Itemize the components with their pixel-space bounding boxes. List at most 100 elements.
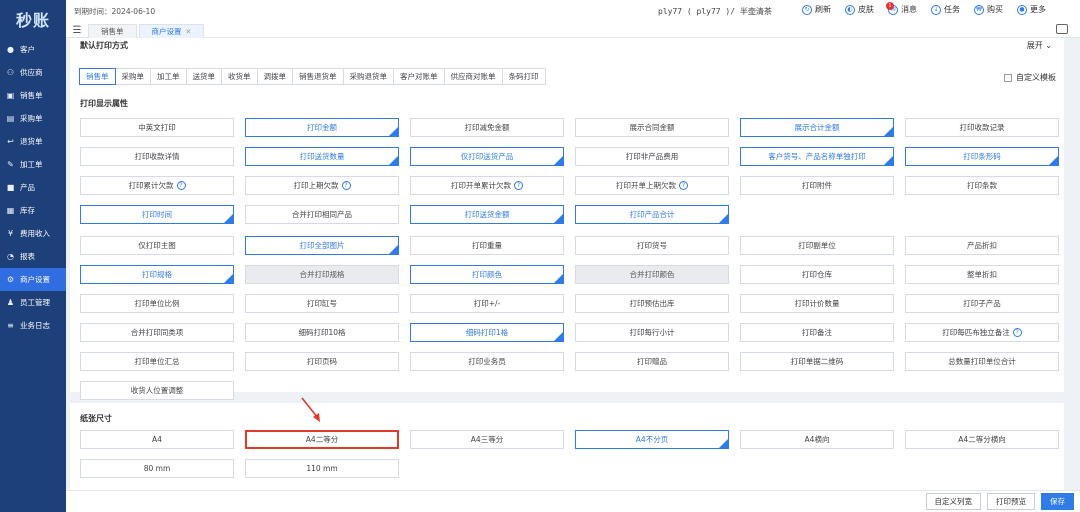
option-button[interactable]: A4三等分 xyxy=(410,430,564,449)
buy-button[interactable]: ₩ 购买 xyxy=(974,4,1003,15)
option-button[interactable]: 打印开单上期欠款? xyxy=(575,176,729,195)
copy-icon[interactable] xyxy=(1056,24,1068,34)
subtab[interactable]: 供应商对账单 xyxy=(443,68,503,85)
sidebar-item[interactable]: ■ 产品 xyxy=(0,176,66,199)
option-button[interactable]: 收货人位置调整 xyxy=(80,381,234,400)
option-button[interactable]: 展示合计金额 xyxy=(740,118,894,137)
option-button[interactable]: 整单折扣 xyxy=(905,265,1059,284)
sidebar-item[interactable]: ⚇ 供应商 xyxy=(0,61,66,84)
option-button[interactable]: 客户货号、产品名称单独打印 xyxy=(740,147,894,166)
help-icon[interactable]: ? xyxy=(514,181,523,190)
help-icon[interactable]: ? xyxy=(341,181,351,190)
option-button[interactable]: 打印累计欠款? xyxy=(80,176,234,195)
option-button[interactable]: 打印金额 xyxy=(245,118,399,137)
option-button[interactable]: 总数量打印单位合计 xyxy=(905,352,1059,371)
option-button[interactable]: 打印附件 xyxy=(740,176,894,195)
message-button[interactable]: ✉ 1 消息 xyxy=(886,1,917,15)
option-button[interactable]: 打印计价数量 xyxy=(740,294,894,313)
option-button[interactable]: 打印页码 xyxy=(245,352,399,371)
option-button[interactable]: 打印收款记录 xyxy=(905,118,1059,137)
option-button[interactable]: 打印产品合计 xyxy=(575,205,729,224)
option-button[interactable]: 打印单位比例 xyxy=(80,294,234,313)
user-info[interactable]: ply77 ( ply77 )/ 半壶清茶 xyxy=(658,6,772,17)
option-button[interactable]: 打印送货数量 xyxy=(245,147,399,166)
option-button[interactable]: 打印减免金额 xyxy=(410,118,564,137)
help-icon[interactable]: ? xyxy=(176,181,186,190)
option-button[interactable]: 合并打印相同产品 xyxy=(245,205,399,224)
skin-button[interactable]: ◐ 皮肤 xyxy=(845,4,874,15)
option-button[interactable]: 合并打印规格 xyxy=(245,265,399,284)
option-button[interactable]: A4二等分横向 xyxy=(905,430,1059,449)
option-button[interactable]: 仅打印送货产品 xyxy=(410,147,564,166)
subtab[interactable]: 客户对账单 xyxy=(393,68,445,85)
tab-sales-order[interactable]: 销售单 xyxy=(88,24,137,38)
option-button[interactable]: 中英文打印 xyxy=(80,118,234,137)
option-button[interactable]: 打印副单位 xyxy=(740,236,894,255)
tab-merchant-settings[interactable]: 商户设置 ✕ xyxy=(138,24,205,38)
option-button[interactable]: 打印备注 xyxy=(740,323,894,342)
sidebar-item[interactable]: ▦ 库存 xyxy=(0,199,66,222)
option-button[interactable]: 仅打印主图 xyxy=(80,236,234,255)
subtab[interactable]: 销售退货单 xyxy=(292,68,344,85)
option-button[interactable]: A4二等分 xyxy=(245,430,399,449)
print-preview-button[interactable]: 打印预览 xyxy=(987,493,1035,510)
option-button[interactable]: 打印业务员 xyxy=(410,352,564,371)
option-button[interactable]: 80 mm xyxy=(80,459,234,478)
option-button[interactable]: 打印条形码 xyxy=(905,147,1059,166)
option-button[interactable]: 打印送货金额 xyxy=(410,205,564,224)
more-button[interactable]: ● 更多 xyxy=(1017,4,1046,15)
option-button[interactable]: 合并打印颜色 xyxy=(575,265,729,284)
close-icon[interactable]: ✕ xyxy=(186,28,192,36)
option-button[interactable]: 细码打印1格 xyxy=(410,323,564,342)
option-button[interactable]: A4 xyxy=(80,430,234,449)
option-button[interactable]: 110 mm xyxy=(245,459,399,478)
option-button[interactable]: 打印每行小计 xyxy=(575,323,729,342)
sidebar-item[interactable]: ▤ 采购单 xyxy=(0,107,66,130)
option-button[interactable]: 打印重量 xyxy=(410,236,564,255)
option-button[interactable]: 打印上期欠款? xyxy=(245,176,399,195)
option-button[interactable]: 打印+/- xyxy=(410,294,564,313)
subtab[interactable]: 采购退货单 xyxy=(342,68,394,85)
option-button[interactable]: A4横向 xyxy=(740,430,894,449)
help-icon[interactable]: ? xyxy=(1012,328,1022,337)
option-button[interactable]: 打印时间 xyxy=(80,205,234,224)
sidebar-item[interactable]: ♟ 员工管理 xyxy=(0,291,66,314)
subtab[interactable]: 收货单 xyxy=(221,68,258,85)
option-button[interactable]: 打印条款 xyxy=(905,176,1059,195)
subtab[interactable]: 送货单 xyxy=(185,68,222,85)
sidebar-item[interactable]: ▣ 销售单 xyxy=(0,84,66,107)
option-button[interactable]: 打印颜色 xyxy=(410,265,564,284)
custom-template-checkbox[interactable]: 自定义模板 xyxy=(1004,72,1056,83)
option-button[interactable]: 细码打印10格 xyxy=(245,323,399,342)
custom-column-width-button[interactable]: 自定义列宽 xyxy=(925,493,981,510)
option-button[interactable]: 产品折扣 xyxy=(905,236,1059,255)
option-button[interactable]: 合并打印同类项 xyxy=(80,323,234,342)
option-button[interactable]: 打印规格 xyxy=(80,265,234,284)
option-button[interactable]: 打印非产品费用 xyxy=(575,147,729,166)
option-button[interactable]: 打印仓库 xyxy=(740,265,894,284)
subtab[interactable]: 调拨单 xyxy=(256,68,293,85)
option-button[interactable]: 打印缸号 xyxy=(245,294,399,313)
option-button[interactable]: 打印货号 xyxy=(575,236,729,255)
option-button[interactable]: 打印收款详情 xyxy=(80,147,234,166)
sidebar-item[interactable]: ◔ 报表 xyxy=(0,245,66,268)
save-button[interactable]: 保存 xyxy=(1041,493,1074,510)
option-button[interactable]: 打印开单累计欠款? xyxy=(410,176,564,195)
sidebar-item[interactable]: ¥ 费用收入 xyxy=(0,222,66,245)
refresh-button[interactable]: ↻ 刷新 xyxy=(802,4,831,15)
sidebar-item[interactable]: ✎ 加工单 xyxy=(0,153,66,176)
subtab[interactable]: 条码打印 xyxy=(501,68,546,85)
option-button[interactable]: A4不分页 xyxy=(575,430,729,449)
task-button[interactable]: ↓ 任务 xyxy=(931,4,960,15)
option-button[interactable]: 打印单位汇总 xyxy=(80,352,234,371)
option-button[interactable]: 展示合同金额 xyxy=(575,118,729,137)
subtab[interactable]: 销售单 xyxy=(79,68,116,85)
option-button[interactable]: 打印全部图片 xyxy=(245,236,399,255)
option-button[interactable]: 打印每匹布独立备注? xyxy=(905,323,1059,342)
expand-toggle[interactable]: 展开 ⌄ xyxy=(1027,40,1052,51)
option-button[interactable]: 打印赠品 xyxy=(575,352,729,371)
sidebar-item[interactable]: ● 客户 xyxy=(0,38,66,61)
subtab[interactable]: 加工单 xyxy=(150,68,187,85)
sidebar-item[interactable]: ↩ 退货单 xyxy=(0,130,66,153)
help-icon[interactable]: ? xyxy=(679,181,688,190)
